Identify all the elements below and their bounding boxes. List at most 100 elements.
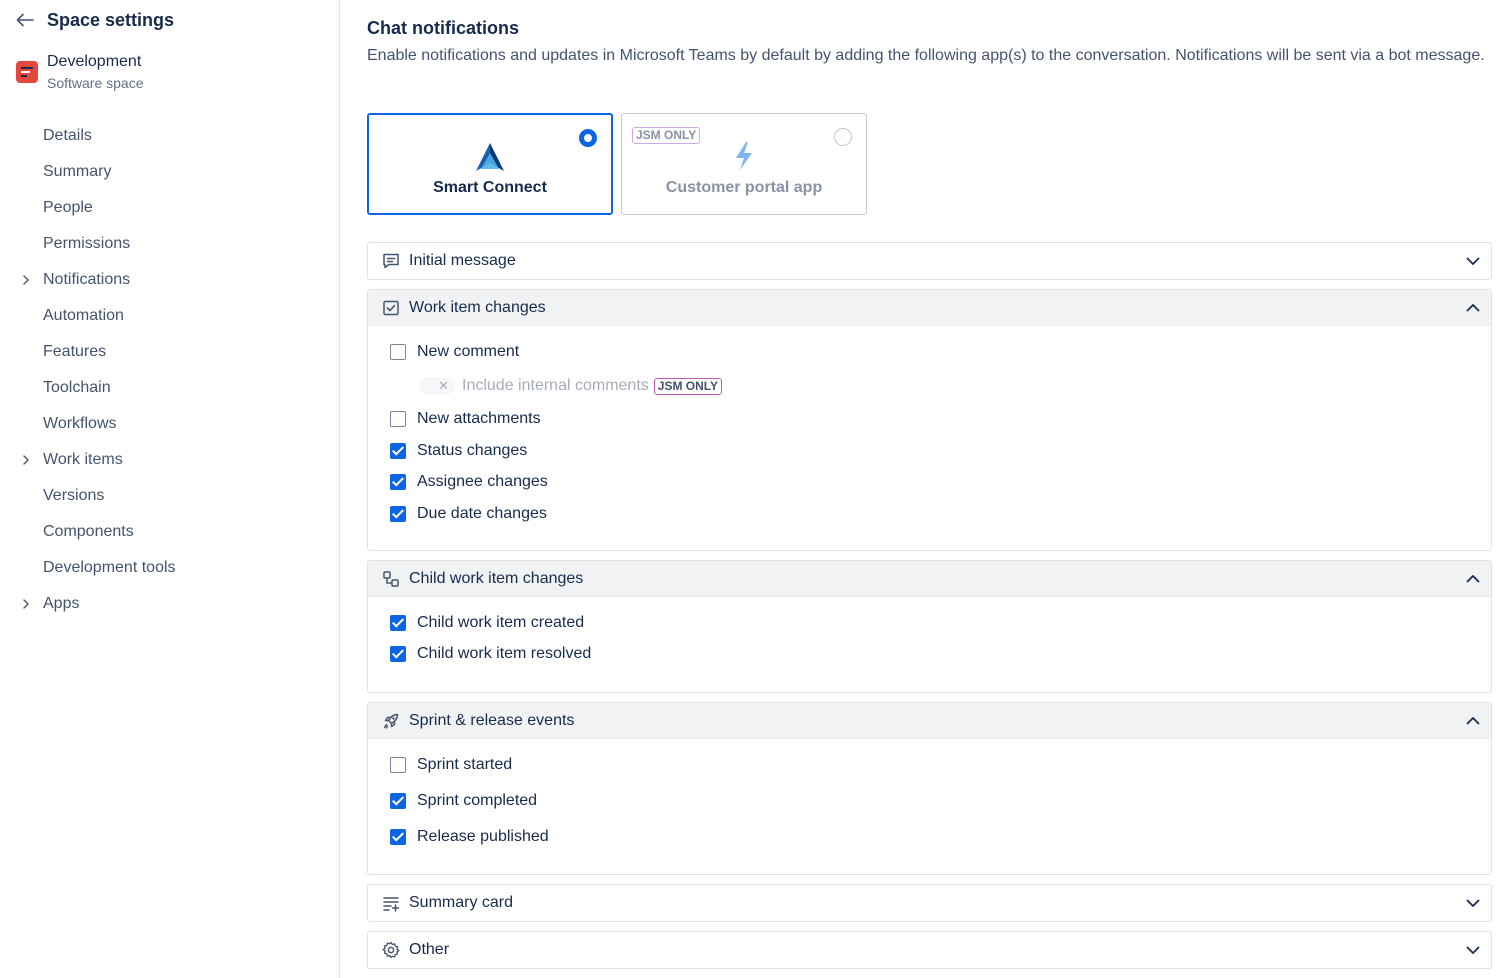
section-title: Child work item changes [409,569,584,587]
sidebar-item-label: Notifications [43,271,131,288]
checkbox-new-comment[interactable]: New comment [390,342,519,362]
checkbox-status-changes[interactable]: Status changes [390,441,527,461]
app-card-customer-portal[interactable]: JSM ONLY Customer portal app [621,113,867,215]
sidebar-item-apps[interactable]: Apps [0,586,340,622]
checkbox[interactable] [390,829,406,845]
checkbox-label: Release published [417,828,549,845]
rocket-icon [383,713,399,729]
section-work-item-changes: Work item changes New comment ✕ Include … [367,289,1492,551]
section-header[interactable]: Work item changes [368,290,1491,326]
sidebar-item-features[interactable]: Features [0,334,340,370]
sidebar-item-label: Development tools [43,559,176,576]
app-label: Smart Connect [433,179,547,196]
checkbox-new-attachments[interactable]: New attachments [390,409,541,429]
sidebar-item-permissions[interactable]: Permissions [0,226,340,262]
section-child-work-item-changes: Child work item changes Child work item … [367,560,1492,693]
chevron-right-icon[interactable] [20,598,32,610]
section-title: Work item changes [409,298,546,316]
checkbox-label: Child work item created [417,614,585,631]
checkbox-child-created[interactable]: Child work item created [390,613,584,633]
sidebar-item-label: Features [43,343,107,360]
section-title: Other [409,941,450,958]
checkbox-label: Due date changes [417,505,547,522]
sidebar-item-label: Workflows [43,415,117,432]
checkbox[interactable] [390,506,406,522]
section-header[interactable]: Initial message [368,243,1491,279]
sidebar-item-notifications[interactable]: Notifications [0,262,340,298]
checkbox-sprint-completed[interactable]: Sprint completed [390,791,537,811]
space-type: Software space [47,75,144,91]
chevron-up-icon[interactable] [1465,571,1481,587]
checkbox[interactable] [390,646,406,662]
sidebar-item-label: Apps [43,595,80,612]
jsm-only-badge: JSM ONLY [632,127,701,144]
chevron-up-icon[interactable] [1465,300,1481,316]
checkbox-label: New attachments [417,410,541,427]
sidebar-item-label: Toolchain [43,379,111,396]
sidebar-item-label: Automation [43,307,124,324]
app-label: Customer portal app [665,179,823,196]
sidebar-item-workflows[interactable]: Workflows [0,406,340,442]
sidebar-item-label: Work items [43,451,123,468]
arrow-left-icon [16,13,34,27]
checkbox-label: Status changes [417,442,528,459]
checkbox-due-date-changes[interactable]: Due date changes [390,504,547,524]
page-description: Enable notifications and updates in Micr… [367,47,1485,64]
chevron-down-icon[interactable] [1465,942,1481,958]
section-summary-card: Summary card [367,884,1492,922]
radio-selected[interactable] [579,129,597,147]
sidebar-item-label: Versions [43,487,105,504]
chevron-right-icon[interactable] [20,274,32,286]
message-icon [383,253,399,269]
sidebar-nav: Details Summary People Permissions Notif… [0,118,340,622]
sidebar-item-work-items[interactable]: Work items [0,442,340,478]
sidebar-item-toolchain[interactable]: Toolchain [0,370,340,406]
sidebar-item-details[interactable]: Details [0,118,340,154]
section-title: Summary card [409,894,514,911]
checkbox[interactable] [390,757,406,773]
checkbox[interactable] [390,344,406,360]
section-header[interactable]: Child work item changes [368,561,1491,597]
checkbox[interactable] [390,411,406,427]
app-card-smart-connect[interactable]: Smart Connect [367,113,613,215]
sidebar-item-automation[interactable]: Automation [0,298,340,334]
sidebar-item-label: Summary [43,163,112,180]
lightning-icon [736,142,752,170]
back-button[interactable] [14,9,36,31]
chevron-down-icon[interactable] [1465,895,1481,911]
sidebar-item-people[interactable]: People [0,190,340,226]
checkbox[interactable] [390,474,406,490]
chevron-down-icon[interactable] [1465,253,1481,269]
checkbox-label: Assignee changes [417,473,548,490]
sidebar-header: Space settings [14,8,174,32]
sidebar-item-label: Components [43,523,134,540]
section-header[interactable]: Sprint & release events [368,703,1491,739]
section-header[interactable]: Other [368,932,1491,968]
checkbox-assignee-changes[interactable]: Assignee changes [390,472,548,492]
checkbox[interactable] [390,793,406,809]
checkbox[interactable] [390,615,406,631]
sidebar-title: Space settings [47,9,175,30]
section-initial-message: Initial message [367,242,1492,280]
sidebar-item-development-tools[interactable]: Development tools [0,550,340,586]
gear-icon [382,941,400,959]
radio-unselected[interactable] [834,128,852,146]
space-logo-icon [16,61,38,83]
space-info: Development Software space [16,52,144,94]
chevron-up-icon[interactable] [1465,713,1481,729]
sidebar-item-label: Permissions [43,235,131,252]
checkbox-child-resolved[interactable]: Child work item resolved [390,644,591,664]
sidebar-item-label: People [43,199,93,216]
sidebar-item-versions[interactable]: Versions [0,478,340,514]
smart-connect-logo-icon [476,143,504,171]
checkbox-release-published[interactable]: Release published [390,827,549,847]
page-title: Chat notifications [367,18,519,38]
section-header[interactable]: Summary card [368,885,1491,921]
checkbox-label: Sprint started [417,756,513,773]
checkbox[interactable] [390,443,406,459]
sidebar-item-summary[interactable]: Summary [0,154,340,190]
checkbox-sprint-started[interactable]: Sprint started [390,755,512,775]
sidebar-item-components[interactable]: Components [0,514,340,550]
chevron-right-icon[interactable] [20,454,32,466]
section-sprint-release-events: Sprint & release events Sprint started S… [367,702,1492,875]
